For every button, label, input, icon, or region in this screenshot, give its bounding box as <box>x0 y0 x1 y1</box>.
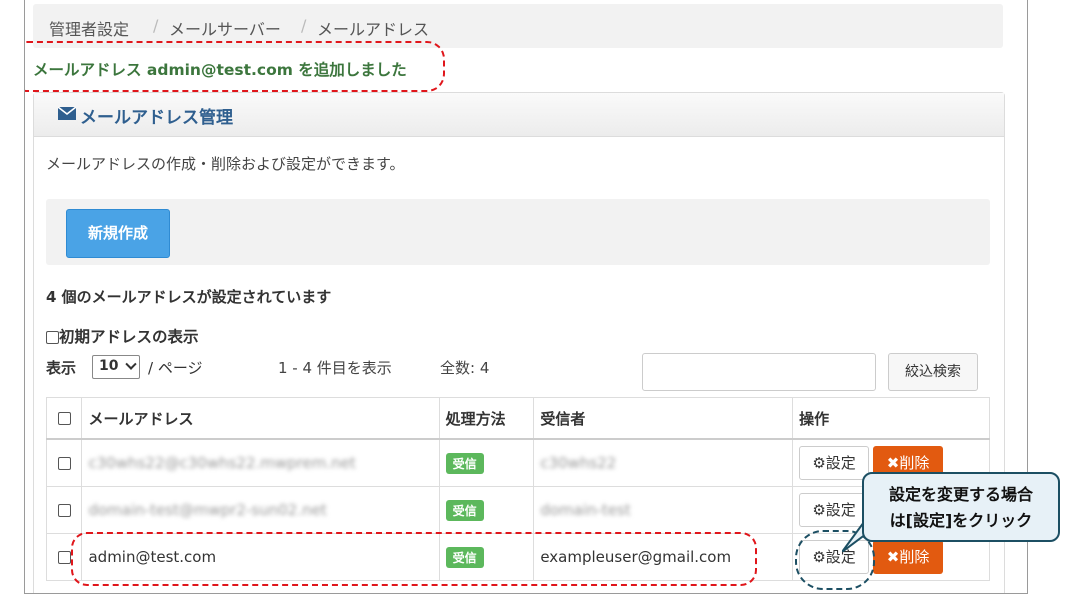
panel-title: メールアドレス管理 <box>80 108 233 128</box>
action-well: 新規作成 <box>46 199 990 265</box>
table-row: c30whs22@c30whs22.mwprem.net 受信 c30whs22… <box>45 438 990 487</box>
panel-header: メールアドレス管理 <box>34 93 1004 137</box>
address-count-text: 4 個のメールアドレスが設定されています <box>46 288 332 306</box>
settings-button-label: 設定 <box>825 501 856 519</box>
panel-description: メールアドレスの作成・削除および設定ができます。 <box>46 155 405 173</box>
table-header-row: メールアドレス 処理方法 受信者 操作 <box>45 397 990 440</box>
total-count: 全数: 4 <box>440 359 490 377</box>
method-cell: 受信 <box>438 486 535 534</box>
email-value: c30whs22@c30whs22.mwprem.net <box>88 454 356 472</box>
mail-address-panel: メールアドレス管理 メールアドレスの作成・削除および設定ができます。 新規作成 … <box>33 92 1005 593</box>
email-value: domain-test@mwpr2-sun02.net <box>88 501 327 519</box>
per-page-select[interactable]: 10 <box>92 355 140 379</box>
initial-address-label: 初期アドレスの表示 <box>59 328 199 346</box>
gear-icon: ⚙ <box>812 501 826 519</box>
breadcrumb-item-mail-address: メールアドレス <box>317 20 430 39</box>
close-icon: ✖ <box>886 454 900 472</box>
initial-address-checkbox[interactable] <box>46 331 59 344</box>
settings-button[interactable]: ⚙設定 <box>799 446 870 480</box>
email-cell: domain-test@mwpr2-sun02.net <box>81 486 440 534</box>
callout-line-2: は[設定]をクリック <box>889 511 1033 530</box>
header-method: 処理方法 <box>438 397 535 440</box>
callout-line-1: 設定を変更する場合 <box>888 485 1033 504</box>
header-recipient: 受信者 <box>533 397 794 440</box>
chevron-down-icon <box>125 358 137 370</box>
per-page-suffix: / ページ <box>148 359 203 377</box>
recipient-value: c30whs22 <box>540 454 617 472</box>
row-checkbox[interactable] <box>57 457 71 470</box>
recipient-value: domain-test <box>540 501 631 519</box>
row-checkbox[interactable] <box>57 551 71 564</box>
close-icon: ✖ <box>886 548 900 566</box>
breadcrumb-separator: / <box>153 16 159 35</box>
select-all-checkbox[interactable] <box>57 412 71 425</box>
method-badge: 受信 <box>445 452 484 474</box>
annotation-highlight-flash <box>25 41 445 92</box>
header-actions: 操作 <box>792 397 990 440</box>
row-checkbox[interactable] <box>57 504 71 517</box>
breadcrumb-separator: / <box>301 16 307 35</box>
filter-search-input[interactable] <box>642 353 876 391</box>
delete-button-label: 削除 <box>899 454 930 472</box>
breadcrumb-item-admin-settings[interactable]: 管理者設定 <box>49 16 129 40</box>
delete-button-label: 削除 <box>899 548 930 566</box>
gear-icon: ⚙ <box>812 454 826 472</box>
new-create-button[interactable]: 新規作成 <box>66 209 170 258</box>
row-checkbox-cell <box>45 486 83 534</box>
annotation-highlight-row <box>71 532 757 586</box>
row-checkbox-cell <box>45 438 83 487</box>
delete-button[interactable]: ✖削除 <box>873 540 944 574</box>
filter-search-button[interactable]: 絞込検索 <box>888 353 978 391</box>
initial-address-toggle[interactable]: 初期アドレスの表示 <box>46 325 199 347</box>
method-cell: 受信 <box>438 438 535 487</box>
select-all-cell <box>45 397 83 440</box>
envelope-icon <box>58 107 76 120</box>
recipient-cell: c30whs22 <box>533 438 794 487</box>
callout-note: 設定を変更する場合 は[設定]をクリック <box>862 472 1060 542</box>
show-label: 表示 <box>46 359 77 377</box>
range-text: 1 - 4 件目を表示 <box>278 359 392 377</box>
recipient-cell: domain-test <box>533 486 794 534</box>
breadcrumb-item-mail-server[interactable]: メールサーバー <box>169 16 281 40</box>
header-email: メールアドレス <box>81 397 440 440</box>
email-cell: c30whs22@c30whs22.mwprem.net <box>81 438 440 487</box>
per-page-value: 10 <box>99 358 119 374</box>
settings-button-label: 設定 <box>825 454 856 472</box>
method-badge: 受信 <box>445 499 484 521</box>
